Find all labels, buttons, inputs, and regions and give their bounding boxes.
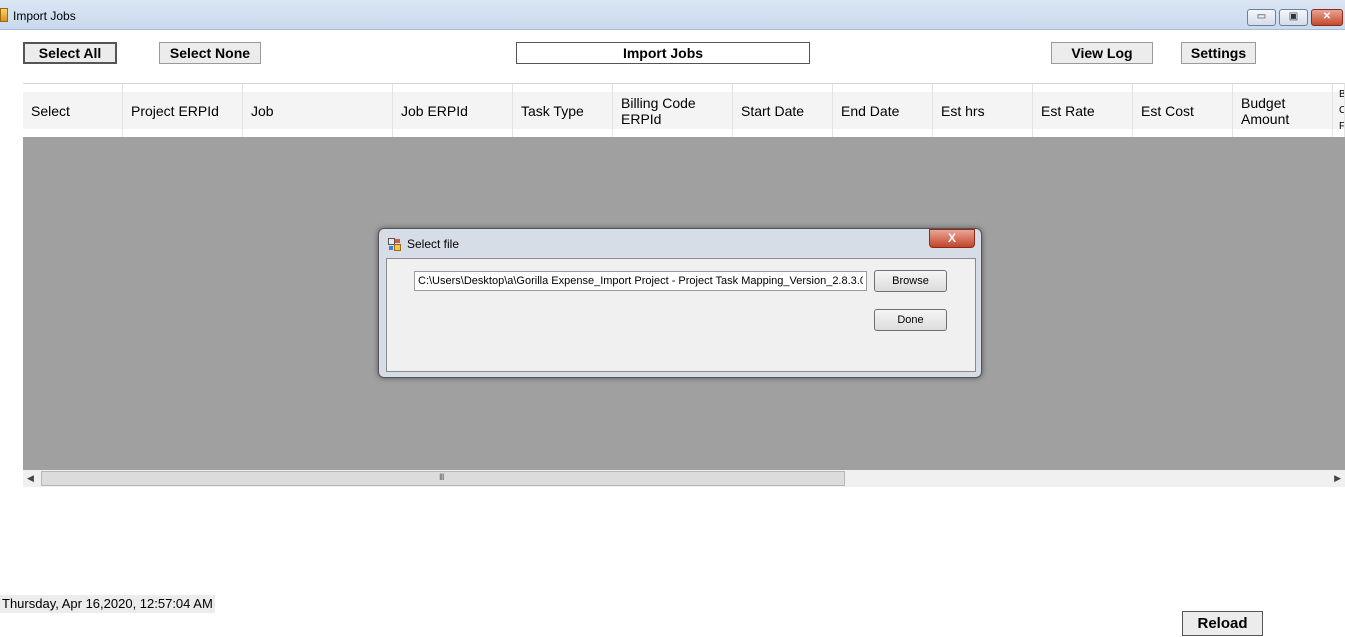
window-title: Import Jobs xyxy=(13,9,76,23)
column-header-budget-amount[interactable]: Budget Amount xyxy=(1233,84,1333,137)
column-header-start-date[interactable]: Start Date xyxy=(733,84,833,137)
scroll-left-arrow-icon[interactable]: ◀ xyxy=(27,473,34,484)
dialog-app-icon xyxy=(388,238,401,251)
column-header-project-erpid[interactable]: Project ERPId xyxy=(123,84,243,137)
file-path-input[interactable] xyxy=(414,271,867,291)
view-log-button[interactable]: View Log xyxy=(1051,42,1153,64)
column-header-est-rate[interactable]: Est Rate xyxy=(1033,84,1133,137)
window-title-bar: Import Jobs ▭ ▣ ✕ xyxy=(0,0,1345,30)
select-none-button[interactable]: Select None xyxy=(159,42,261,64)
select-all-button[interactable]: Select All xyxy=(23,42,117,64)
column-header-task-type[interactable]: Task Type xyxy=(513,84,613,137)
column-header-job[interactable]: Job xyxy=(243,84,393,137)
horizontal-scrollbar[interactable]: ◀ III ▶ xyxy=(23,470,1345,487)
grid-header: Select Project ERPId Job Job ERPId Task … xyxy=(23,83,1345,137)
done-button[interactable]: Done xyxy=(874,309,947,331)
scrollbar-thumb[interactable]: III xyxy=(41,471,845,486)
column-header-truncated[interactable]: B C F xyxy=(1333,84,1345,137)
settings-button[interactable]: Settings xyxy=(1181,42,1256,64)
dialog-body: Browse Done xyxy=(386,258,976,372)
dialog-title: Select file xyxy=(407,237,460,251)
column-header-job-erpid[interactable]: Job ERPId xyxy=(393,84,513,137)
close-window-button[interactable]: ✕ xyxy=(1311,9,1343,26)
minimize-button[interactable]: ▭ xyxy=(1247,9,1276,26)
browse-button[interactable]: Browse xyxy=(874,270,947,292)
maximize-button[interactable]: ▣ xyxy=(1279,9,1308,26)
dialog-close-button[interactable]: X xyxy=(929,229,975,248)
reload-button[interactable]: Reload xyxy=(1182,611,1263,636)
import-jobs-button[interactable]: Import Jobs xyxy=(516,42,810,64)
column-header-end-date[interactable]: End Date xyxy=(833,84,933,137)
scrollbar-grip-icon: III xyxy=(439,472,444,482)
column-header-billing-code-erpid[interactable]: Billing Code ERPId xyxy=(613,84,733,137)
scroll-right-arrow-icon[interactable]: ▶ xyxy=(1334,473,1341,484)
select-file-dialog: Select file X Browse Done xyxy=(378,228,982,378)
status-datetime: Thursday, Apr 16,2020, 12:57:04 AM xyxy=(0,595,215,613)
column-header-est-cost[interactable]: Est Cost xyxy=(1133,84,1233,137)
column-header-select[interactable]: Select xyxy=(23,84,123,137)
app-icon xyxy=(0,8,8,22)
column-header-est-hrs[interactable]: Est hrs xyxy=(933,84,1033,137)
